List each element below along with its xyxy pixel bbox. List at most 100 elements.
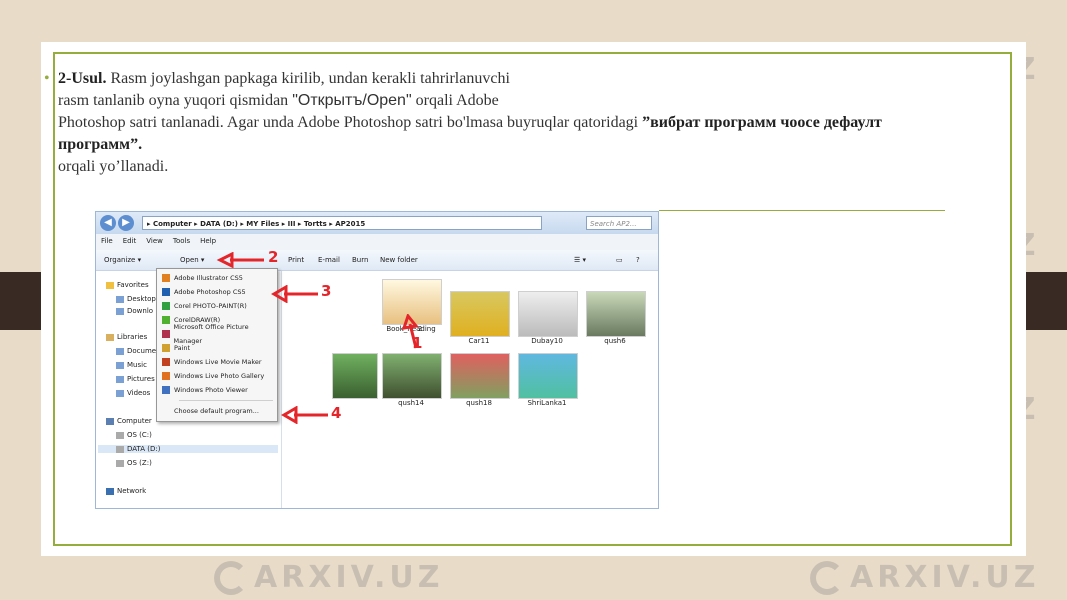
divider-line	[659, 210, 945, 211]
menu-tools[interactable]: Tools	[168, 234, 195, 248]
open-button[interactable]: Open ▾	[180, 256, 204, 264]
thumbnail-dubay10[interactable]	[518, 291, 578, 337]
drive-icon	[116, 431, 124, 439]
address-row: ◀ ▶ ▸ Computer ▸ DATA (D:) ▸ MY Files ▸ …	[96, 212, 658, 234]
photo-gallery-icon	[162, 372, 170, 380]
nav-network[interactable]: Network	[106, 487, 146, 495]
text-line2b: orqali Adobe	[411, 92, 499, 109]
help-icon[interactable]: ?	[636, 256, 640, 264]
menu-file[interactable]: File	[96, 234, 118, 248]
menu-item-illustrator[interactable]: Adobe Illustrator CS5	[159, 271, 273, 285]
view-options-icon[interactable]: ☰ ▾	[574, 256, 586, 264]
menu-edit[interactable]: Edit	[118, 234, 142, 248]
downloads-icon	[116, 307, 124, 315]
file-list: Book_Reading Car11 Dubay10 qush6 2 qush1…	[282, 271, 658, 508]
arrow-icon	[271, 285, 318, 303]
method-label: 2-Usul.	[58, 70, 107, 87]
burn-button[interactable]: Burn	[352, 256, 368, 264]
marker-4: 4	[331, 404, 342, 422]
thumbnail-label: qush14	[398, 399, 424, 407]
text-line2: rasm tanlanib oyna yuqori qismidan	[58, 92, 293, 109]
menu-item-paint[interactable]: Paint	[159, 341, 273, 355]
illustrator-icon	[162, 274, 170, 282]
nav-libraries[interactable]: Libraries	[106, 333, 147, 341]
menu-item-photoshop[interactable]: Adobe Photoshop CS5	[159, 285, 273, 299]
watermark: ARXIV.UZ	[810, 560, 1039, 595]
nav-computer[interactable]: Computer	[106, 417, 152, 425]
drive-icon	[116, 459, 124, 467]
menu-item-photo-gallery[interactable]: Windows Live Photo Gallery	[159, 369, 273, 383]
documents-icon	[116, 347, 124, 355]
nav-music[interactable]: Music	[116, 361, 147, 369]
address-bar[interactable]: ▸ Computer ▸ DATA (D:) ▸ MY Files ▸ III …	[142, 216, 542, 230]
movie-maker-icon	[162, 358, 170, 366]
instruction-text: • 2-Usul. Rasm joylashgan papkaga kirili…	[44, 68, 888, 178]
back-icon[interactable]: ◀	[100, 215, 116, 231]
open-quote: "Открытъ/Open"	[292, 92, 412, 109]
thumbnail-label: Car11	[468, 337, 490, 345]
open-with-menu: Adobe Illustrator CS5 Adobe Photoshop CS…	[156, 268, 278, 422]
menu-item-movie-maker[interactable]: Windows Live Movie Maker	[159, 355, 273, 369]
menu-separator	[179, 400, 273, 401]
new-folder-button[interactable]: New folder	[380, 256, 418, 264]
pictures-icon	[116, 375, 124, 383]
print-button[interactable]: Print	[288, 256, 304, 264]
menu-item-corel-photo-paint[interactable]: Corel PHOTO-PAINT(R)	[159, 299, 273, 313]
photo-viewer-icon	[162, 386, 170, 394]
arrow-icon	[281, 406, 328, 424]
nav-os-z[interactable]: OS (Z:)	[116, 459, 152, 467]
marker-3: 3	[321, 282, 332, 300]
organize-button[interactable]: Organize ▾	[104, 256, 141, 264]
forward-icon[interactable]: ▶	[118, 215, 134, 231]
text-line1: Rasm joylashgan papkaga kirilib, undan k…	[106, 70, 510, 87]
nav-downloads[interactable]: Downlo	[116, 307, 153, 315]
corel-icon	[162, 302, 170, 310]
thumbnail-label: ShriLanka1	[527, 399, 567, 407]
network-icon	[106, 487, 114, 495]
marker-2: 2	[268, 248, 279, 266]
photoshop-icon	[162, 288, 170, 296]
thumbnail-car11[interactable]	[450, 291, 510, 337]
nav-videos[interactable]: Videos	[116, 389, 150, 397]
marker-1: 1	[412, 334, 423, 352]
thumbnail-label: qush6	[604, 337, 626, 345]
paint-icon	[162, 344, 170, 352]
nav-desktop[interactable]: Desktop	[116, 295, 156, 303]
music-icon	[116, 361, 124, 369]
desktop-icon	[116, 295, 124, 303]
explorer-window: ◀ ▶ ▸ Computer ▸ DATA (D:) ▸ MY Files ▸ …	[95, 211, 659, 509]
thumbnail-qush18[interactable]	[450, 353, 510, 399]
nav-documents[interactable]: Docume	[116, 347, 156, 355]
thumbnail-qush6[interactable]	[586, 291, 646, 337]
watermark: ARXIV.UZ	[214, 560, 443, 595]
nav-data-d[interactable]: DATA (D:)	[98, 445, 278, 453]
preview-pane-icon[interactable]: ▭	[616, 256, 623, 264]
text-line3: Photoshop satri tanlanadi. Agar unda Ado…	[58, 114, 643, 131]
nav-os-c[interactable]: OS (C:)	[116, 431, 152, 439]
menu-item-choose-default[interactable]: Choose default program...	[159, 404, 273, 418]
email-button[interactable]: E-mail	[318, 256, 340, 264]
thumbnail-qush14[interactable]	[382, 353, 442, 399]
menu-help[interactable]: Help	[195, 234, 221, 248]
nav-favorites[interactable]: Favorites	[106, 281, 149, 289]
thumbnail-partial[interactable]	[332, 353, 378, 399]
computer-icon	[106, 417, 114, 425]
libraries-icon	[106, 333, 114, 341]
coreldraw-icon	[162, 316, 170, 324]
arrow-icon	[216, 252, 264, 268]
nav-pictures[interactable]: Pictures	[116, 375, 155, 383]
menu-item-picture-manager[interactable]: Microsoft Office Picture Manager	[159, 323, 273, 345]
picture-manager-icon	[162, 330, 170, 338]
menu-bar: File Edit View Tools Help	[96, 234, 658, 251]
star-icon	[106, 281, 114, 289]
thumbnail-label: qush18	[466, 399, 492, 407]
search-input[interactable]: Search AP2...	[586, 216, 652, 230]
menu-view[interactable]: View	[141, 234, 168, 248]
text-line4: orqali yo’llanadi.	[58, 158, 169, 175]
drive-icon	[116, 445, 124, 453]
thumbnail-label: Dubay10	[531, 337, 563, 345]
thumbnail-shrilanka1[interactable]	[518, 353, 578, 399]
menu-item-photo-viewer[interactable]: Windows Photo Viewer	[159, 383, 273, 397]
bullet: •	[44, 70, 50, 87]
videos-icon	[116, 389, 124, 397]
